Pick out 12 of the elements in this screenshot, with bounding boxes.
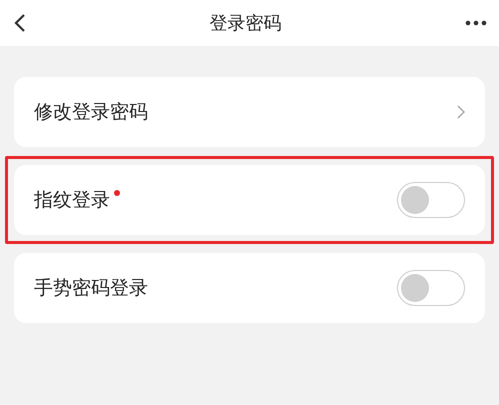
row-label: 手势密码登录 bbox=[34, 276, 148, 301]
page-title: 登录密码 bbox=[210, 12, 282, 35]
row-label: 修改登录密码 bbox=[34, 100, 148, 125]
chevron-right-icon bbox=[457, 105, 465, 119]
toggle-switch[interactable] bbox=[397, 182, 465, 218]
more-icon[interactable] bbox=[465, 20, 487, 26]
row-label: 指纹登录 bbox=[34, 188, 110, 213]
settings-row[interactable]: 修改登录密码 bbox=[14, 77, 485, 147]
settings-row[interactable]: 指纹登录 bbox=[14, 165, 485, 235]
toggle-switch[interactable] bbox=[397, 270, 465, 306]
settings-row[interactable]: 手势密码登录 bbox=[14, 253, 485, 323]
back-icon[interactable] bbox=[14, 13, 26, 33]
